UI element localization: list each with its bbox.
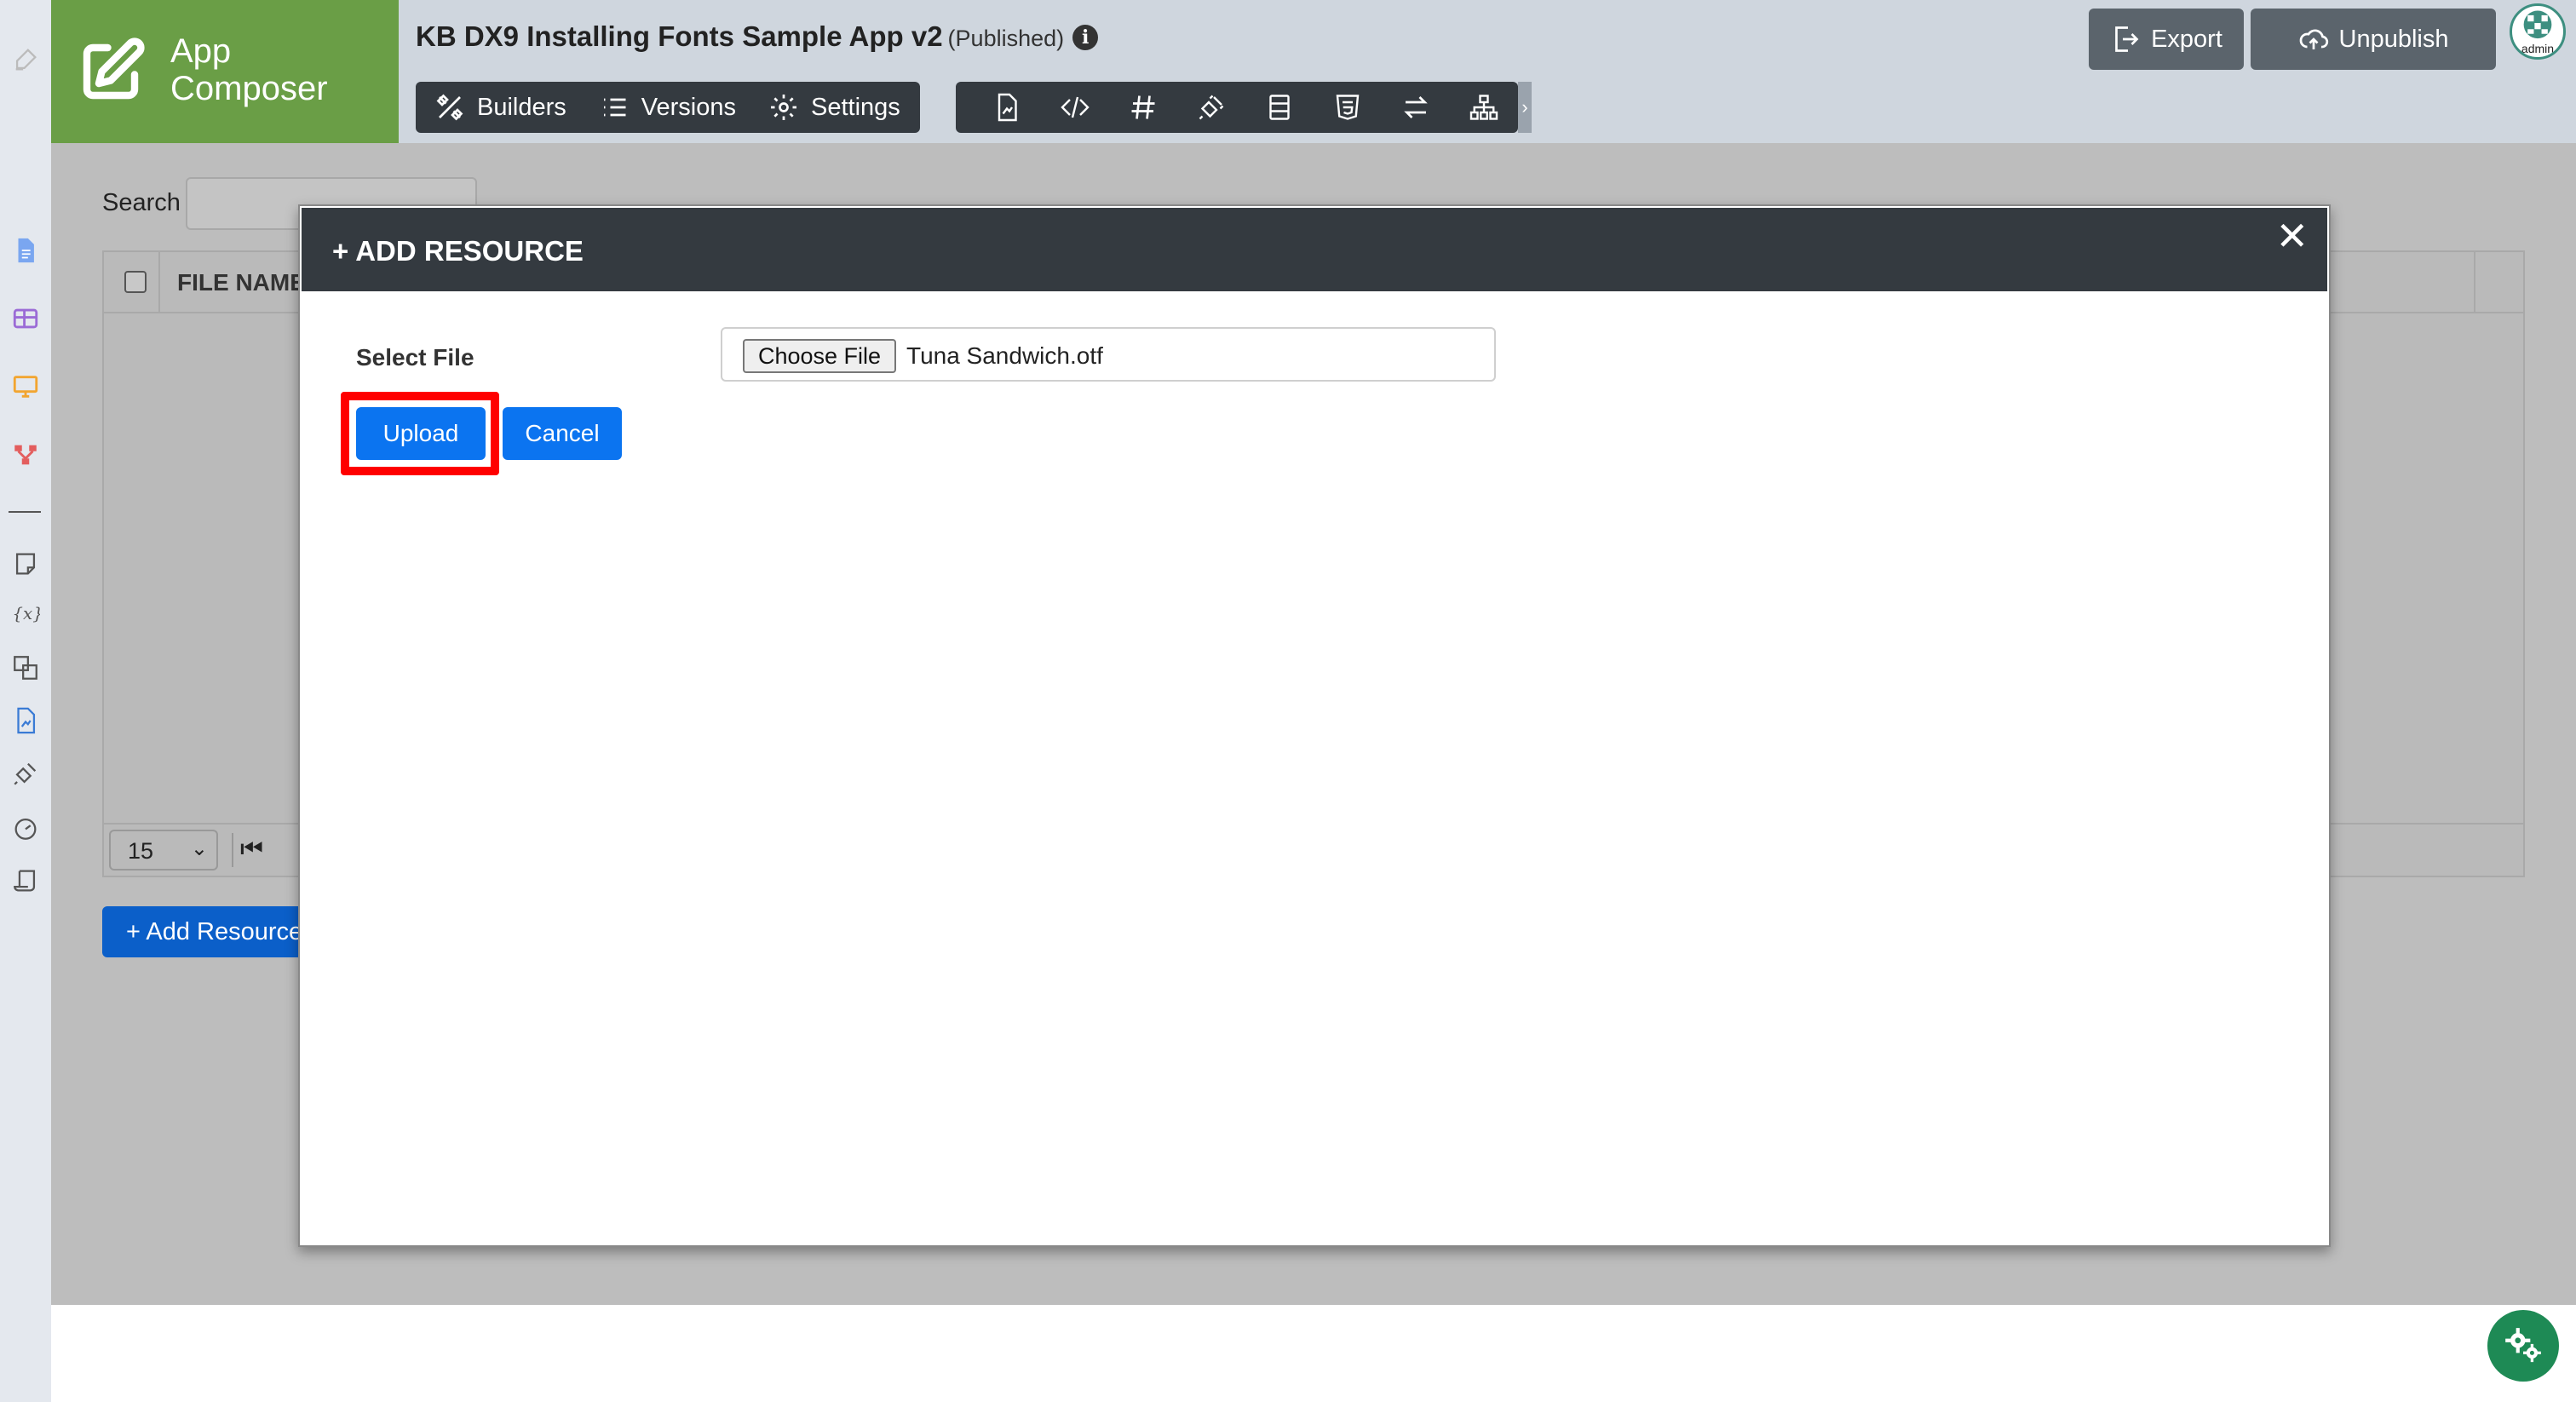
- edit-icon[interactable]: [9, 43, 43, 77]
- designer-toolbar: ›: [956, 82, 1532, 133]
- info-icon[interactable]: i: [1072, 25, 1099, 50]
- file-input[interactable]: Choose File Tuna Sandwich.otf: [721, 327, 1496, 382]
- table-icon[interactable]: [9, 302, 43, 336]
- brand-line-1: App: [170, 32, 232, 70]
- upload-button[interactable]: Upload: [356, 407, 486, 460]
- app-title: KB DX9 Installing Fonts Sample App v2 (Pu…: [416, 20, 1099, 53]
- rail-divider: [9, 511, 41, 513]
- builders-label: Builders: [477, 93, 566, 121]
- list-icon: [603, 98, 626, 117]
- first-page-icon[interactable]: ⏮: [240, 835, 263, 864]
- gear-icon: [771, 95, 797, 120]
- builders-icon: [436, 94, 463, 121]
- unpublish-button[interactable]: Unpublish: [2251, 9, 2496, 70]
- plugin-icon[interactable]: [9, 756, 43, 790]
- gears-icon: [2505, 1328, 2541, 1363]
- modal-header: + ADD RESOURCE ✕: [302, 208, 2327, 291]
- close-icon[interactable]: ✕: [2275, 216, 2309, 256]
- left-rail: {x}: [0, 0, 51, 1402]
- settings-label: Settings: [811, 93, 900, 121]
- compose-logo-icon: [83, 37, 145, 100]
- column-divider: [2474, 252, 2475, 313]
- select-all-checkbox[interactable]: [124, 271, 147, 293]
- builder-nav: Builders Versions Settings: [416, 82, 920, 133]
- brand-name: App Composer: [170, 32, 328, 107]
- code-icon[interactable]: [1041, 82, 1109, 133]
- avatar[interactable]: admin: [2510, 3, 2566, 60]
- page-icon[interactable]: [973, 82, 1041, 133]
- avatar-label: admin: [2521, 42, 2555, 55]
- report-icon[interactable]: [9, 704, 43, 738]
- page-size-select[interactable]: 15 ⌄: [109, 830, 218, 871]
- hash-icon[interactable]: [1109, 82, 1177, 133]
- unpublish-label: Unpublish: [2338, 25, 2449, 53]
- app-title-text: KB DX9 Installing Fonts Sample App v2: [416, 20, 943, 52]
- versions-label: Versions: [641, 93, 737, 121]
- column-divider: [158, 252, 160, 313]
- cancel-button[interactable]: Cancel: [503, 407, 622, 460]
- pager-divider: [232, 833, 233, 867]
- page-footer: [51, 1305, 2576, 1402]
- search-label: Search: [102, 189, 181, 216]
- settings-fab[interactable]: [2487, 1310, 2559, 1382]
- export-label: Export: [2151, 25, 2222, 53]
- chevron-down-icon: ⌄: [190, 837, 208, 860]
- translate-icon[interactable]: [9, 651, 43, 685]
- brand-block[interactable]: App Composer: [51, 0, 399, 143]
- toolbar-scroll-right[interactable]: ›: [1518, 82, 1532, 133]
- cloud-upload-icon: [2299, 29, 2328, 49]
- top-header: App Composer KB DX9 Installing Fonts Sam…: [51, 0, 2576, 143]
- svg-text:{x}: {x}: [12, 604, 40, 623]
- modal-title: + ADD RESOURCE: [332, 235, 584, 267]
- select-file-label: Select File: [356, 344, 474, 371]
- scroll-icon[interactable]: [9, 864, 43, 898]
- export-button[interactable]: Export: [2089, 9, 2244, 70]
- add-resource-modal: + ADD RESOURCE ✕ Select File Choose File…: [298, 204, 2331, 1247]
- chosen-file-name: Tuna Sandwich.otf: [906, 342, 1103, 369]
- note-icon[interactable]: [9, 547, 43, 581]
- swap-icon[interactable]: [1382, 82, 1450, 133]
- publish-status: (Published): [947, 26, 1065, 51]
- variable-icon[interactable]: {x}: [9, 596, 43, 630]
- workflow-icon[interactable]: [9, 438, 43, 472]
- export-icon: [2115, 26, 2139, 52]
- brand-line-2: Composer: [170, 70, 328, 107]
- document-icon[interactable]: [9, 233, 43, 267]
- choose-file-button[interactable]: Choose File: [743, 339, 896, 373]
- file-name-column-header[interactable]: FILE NAME: [177, 269, 306, 296]
- monitor-icon[interactable]: [9, 370, 43, 404]
- settings-menu[interactable]: Settings: [768, 92, 900, 123]
- page-size-value: 15: [128, 838, 154, 864]
- form-icon[interactable]: [1245, 82, 1314, 133]
- builders-menu[interactable]: Builders: [434, 92, 566, 123]
- html5-icon[interactable]: [1314, 82, 1382, 133]
- sitemap-icon[interactable]: [1450, 82, 1518, 133]
- gauge-icon[interactable]: [9, 811, 43, 845]
- versions-menu[interactable]: Versions: [599, 92, 736, 123]
- plugin-icon[interactable]: [1177, 82, 1245, 133]
